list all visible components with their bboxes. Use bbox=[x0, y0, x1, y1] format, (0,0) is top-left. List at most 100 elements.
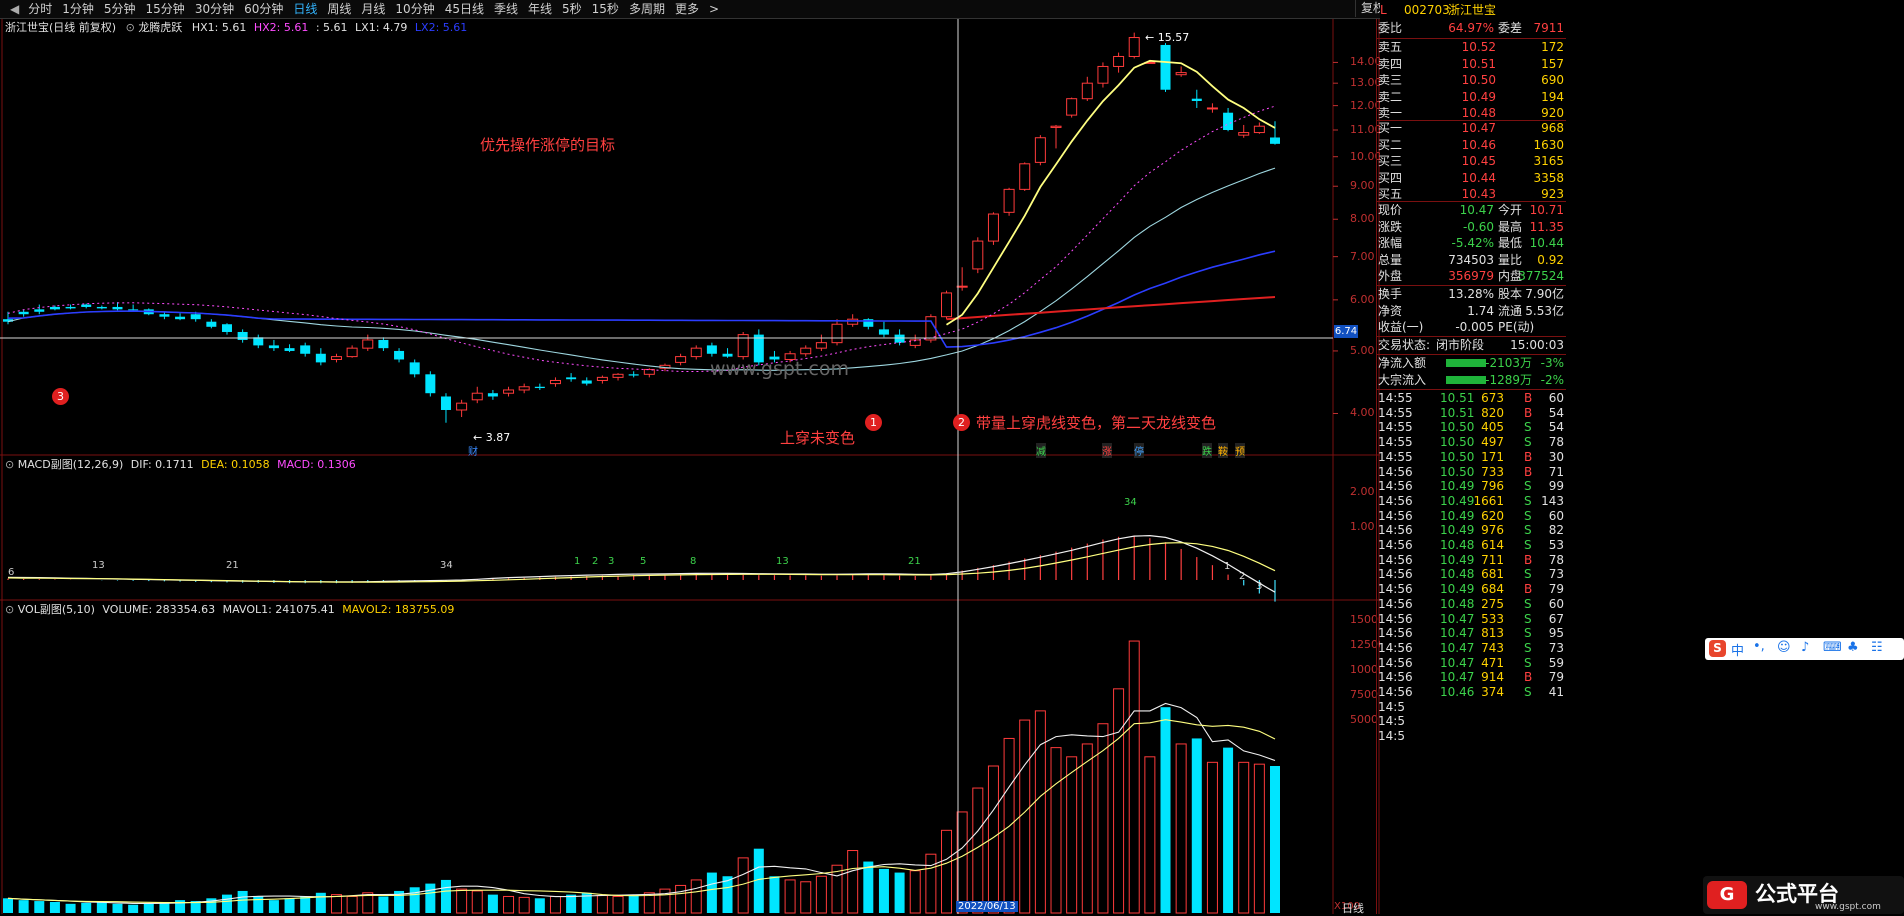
ask-label: 卖三 bbox=[1378, 73, 1403, 87]
candle bbox=[253, 334, 264, 349]
macd-count-mid: 5 bbox=[640, 556, 647, 567]
indicator-name[interactable]: 龙腾虎跃 bbox=[138, 21, 182, 34]
period-tab-9[interactable]: 10分钟 bbox=[390, 1, 439, 17]
stat-value: -5.42% bbox=[1451, 236, 1494, 250]
volume-bar bbox=[659, 888, 671, 914]
period-tab-2[interactable]: 5分钟 bbox=[99, 1, 141, 17]
candle bbox=[581, 377, 592, 386]
volume-bar bbox=[1206, 761, 1218, 914]
candle bbox=[596, 375, 608, 384]
period-tab-5[interactable]: 60分钟 bbox=[239, 1, 288, 17]
stock-code: 002703 bbox=[1404, 3, 1450, 17]
candle bbox=[159, 311, 170, 320]
candle bbox=[1003, 187, 1015, 216]
stat-label: 量比 bbox=[1498, 252, 1523, 267]
period-tab-7[interactable]: 周线 bbox=[322, 1, 356, 17]
ytick-label: 5000 bbox=[1350, 713, 1378, 726]
event-mark-caibao[interactable]: 财 bbox=[468, 443, 478, 458]
ytick-label: 8.00 bbox=[1350, 212, 1375, 226]
volume-bar bbox=[503, 895, 515, 914]
period-tab-1[interactable]: 1分钟 bbox=[57, 1, 99, 17]
bid-label: 买四 bbox=[1378, 170, 1403, 185]
volume-bar bbox=[800, 881, 812, 914]
volume-bar bbox=[1019, 719, 1031, 914]
volume-bar bbox=[65, 903, 76, 913]
stat2-label: PE(动) bbox=[1498, 320, 1535, 334]
more-chevron-icon[interactable]: > bbox=[704, 1, 724, 17]
event-mark-an[interactable]: 鞍 bbox=[1218, 443, 1228, 458]
period-tab-0[interactable]: 分时 bbox=[23, 1, 57, 17]
candle bbox=[909, 334, 921, 349]
macd-count-mid: 21 bbox=[908, 556, 921, 567]
volume-bar bbox=[1066, 756, 1078, 914]
main-grid bbox=[1333, 61, 1338, 414]
macd-count-mid: 1 bbox=[574, 556, 581, 567]
candle bbox=[863, 318, 874, 330]
stat2-label: 收益(一) bbox=[1378, 320, 1424, 334]
stat2-label: 换手 bbox=[1378, 287, 1403, 301]
event-mark-zhang[interactable]: 涨 bbox=[1102, 443, 1112, 458]
vol-mavol2: MAVOL2: 183755.09 bbox=[342, 603, 455, 616]
vol-volume: VOLUME: 283354.63 bbox=[102, 603, 216, 616]
ime-menu-icon[interactable]: ☷ bbox=[1871, 640, 1883, 655]
sogou-icon[interactable]: S bbox=[1709, 640, 1726, 657]
period-tab-11[interactable]: 季线 bbox=[489, 1, 523, 17]
period-tab-14[interactable]: 15秒 bbox=[587, 1, 624, 17]
low-price-label: ← 3.87 bbox=[473, 431, 511, 444]
event-mark-jian[interactable]: 减 bbox=[1036, 443, 1046, 458]
ytick-label: 2.00 bbox=[1350, 485, 1375, 498]
ytick-label: 4.00 bbox=[1350, 406, 1375, 420]
candle bbox=[549, 377, 561, 387]
ime-punct-icon[interactable]: •, bbox=[1753, 639, 1765, 654]
ime-mic-icon[interactable]: ♪ bbox=[1801, 640, 1809, 655]
candle bbox=[1113, 52, 1125, 73]
badge-3: 3 bbox=[52, 388, 69, 405]
candle bbox=[409, 359, 420, 378]
period-tab-15[interactable]: 多周期 bbox=[624, 1, 670, 17]
macd-title[interactable]: MACD副图(12,26,9) bbox=[18, 458, 124, 471]
vol-gear-icon[interactable]: ⊙ bbox=[5, 603, 14, 616]
period-tab-16[interactable]: 更多 bbox=[670, 1, 704, 17]
flow-label: 大宗流入 bbox=[1378, 372, 1427, 387]
volume-bar bbox=[815, 875, 827, 914]
event-mark-ting[interactable]: 停 bbox=[1134, 443, 1144, 458]
volume-bar bbox=[1270, 766, 1280, 913]
stat-value: 356979 bbox=[1448, 269, 1494, 283]
volume-bar bbox=[878, 868, 889, 913]
volume-bar bbox=[49, 901, 60, 913]
nav-prev-icon[interactable]: ◀ bbox=[6, 1, 23, 17]
macd-gear-icon[interactable]: ⊙ bbox=[5, 458, 14, 471]
status-label: 交易状态: bbox=[1378, 338, 1431, 352]
volume-bar bbox=[847, 850, 859, 914]
volume-bar bbox=[1223, 747, 1234, 913]
event-mark-die[interactable]: 跌 bbox=[1202, 443, 1212, 458]
ime-toolbar[interactable]: S 中 •, ☺ ♪ ⌨ ♣ ☷ bbox=[1705, 638, 1904, 660]
period-tab-10[interactable]: 45日线 bbox=[440, 1, 489, 17]
ime-keyboard-icon[interactable]: ⌨ bbox=[1823, 640, 1842, 655]
period-tab-4[interactable]: 30分钟 bbox=[190, 1, 239, 17]
macd-count-right: 3 bbox=[1256, 581, 1263, 592]
ime-emoji-icon[interactable]: ☺ bbox=[1777, 640, 1791, 655]
status-value: 闭市阶段 bbox=[1436, 338, 1485, 352]
ytick-label: 1.00 bbox=[1350, 520, 1375, 533]
macd-dif: DIF: 0.1711 bbox=[130, 458, 194, 471]
ask-label: 卖四 bbox=[1378, 56, 1403, 71]
ask-row: 卖四 10.51 157 bbox=[1376, 56, 1566, 73]
ime-skin-icon[interactable]: ♣ bbox=[1847, 640, 1859, 655]
period-tab-6[interactable]: 日线 bbox=[288, 1, 322, 17]
indicator-gear-icon[interactable]: ⊙ bbox=[126, 21, 135, 34]
ime-mode[interactable]: 中 bbox=[1731, 640, 1744, 659]
weibi-row: 委比 64.97% 委差 7911 bbox=[1376, 20, 1566, 37]
flow-row: 净流入额 -2103万 -3% bbox=[1376, 355, 1566, 372]
event-mark-yu[interactable]: 预 bbox=[1235, 443, 1245, 458]
period-tab-12[interactable]: 年线 bbox=[523, 1, 557, 17]
ma-line-yellow bbox=[946, 59, 1276, 326]
stat-row: 外盘 356979 内盘 377524 bbox=[1376, 268, 1566, 285]
period-tab-8[interactable]: 月线 bbox=[356, 1, 390, 17]
vol-title[interactable]: VOL副图(5,10) bbox=[18, 603, 95, 616]
volume-bar bbox=[409, 887, 420, 913]
period-tab-13[interactable]: 5秒 bbox=[557, 1, 587, 17]
period-tab-3[interactable]: 15分钟 bbox=[141, 1, 190, 17]
candle bbox=[34, 304, 45, 315]
volume-bar bbox=[3, 898, 13, 913]
